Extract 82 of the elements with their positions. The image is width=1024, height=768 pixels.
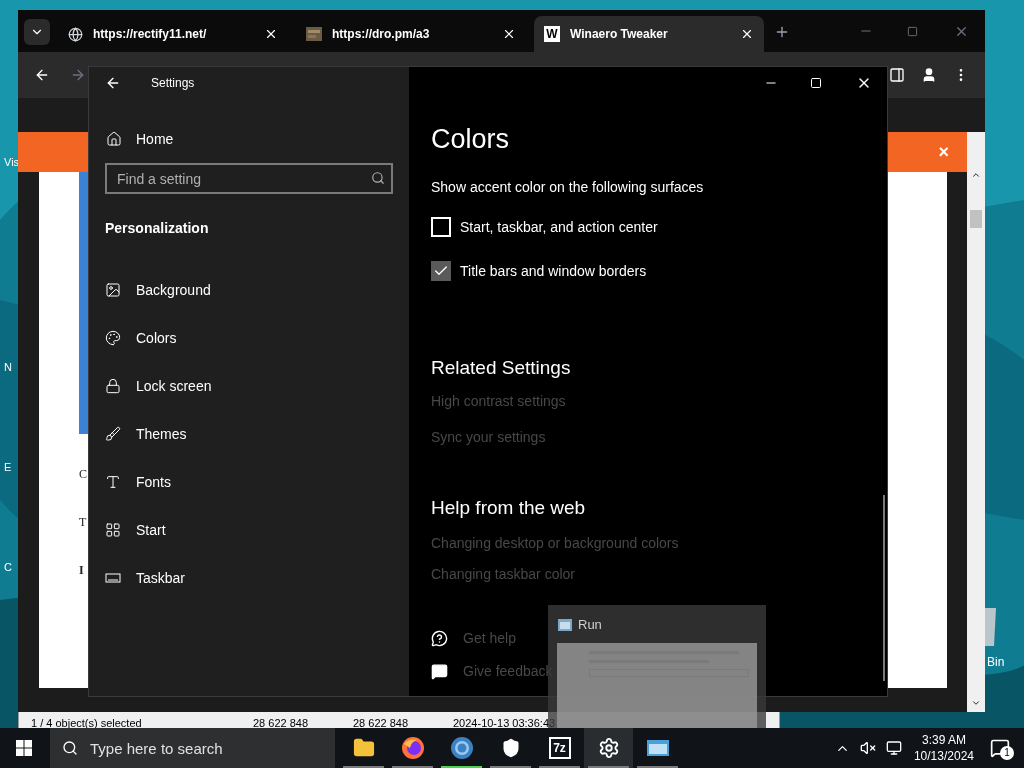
browser-logo-icon: [449, 736, 474, 760]
scroll-up-icon[interactable]: [971, 170, 981, 180]
close-icon[interactable]: [502, 27, 516, 41]
desktop-icon-label[interactable]: Vis: [4, 157, 20, 168]
back-icon[interactable]: [105, 75, 121, 91]
checkbox-label: Start, taskbar, and action center: [460, 217, 658, 237]
tiles-icon: [105, 522, 121, 538]
lock-icon: [105, 378, 121, 394]
clock-date: 10/13/2024: [913, 748, 974, 764]
tab-title: https://dro.pm/a3: [332, 26, 431, 43]
nav-item[interactable]: Colors: [89, 314, 409, 362]
close-icon[interactable]: [264, 27, 278, 41]
checkbox-label: Title bars and window borders: [460, 261, 647, 281]
notification-icon[interactable]: [990, 738, 1010, 758]
home-icon: [106, 131, 122, 147]
status-text: 28 622 848: [252, 715, 310, 731]
start-icon[interactable]: [16, 740, 32, 756]
desktop-icon-label[interactable]: Bin: [987, 653, 1005, 671]
archive-app-icon: 7z: [548, 737, 571, 759]
window-icon: [645, 738, 670, 758]
close-icon[interactable]: [740, 27, 754, 41]
tab-title: https://rectify11.net/: [93, 26, 208, 43]
keyboard-icon: [105, 570, 121, 586]
taskbar-search-field[interactable]: Type here to search: [50, 728, 335, 768]
back-icon[interactable]: [34, 67, 50, 83]
palette-icon: [105, 330, 121, 346]
browser-tab[interactable]: https://dro.pm/a3: [296, 16, 526, 52]
nav-item[interactable]: Background: [89, 266, 409, 314]
page-text: T: [79, 516, 87, 528]
browser-tab[interactable]: https://rectify11.net/: [58, 16, 288, 52]
fox-globe-icon: [400, 736, 425, 760]
desktop-icon-label[interactable]: C: [4, 562, 20, 573]
nav-item[interactable]: Lock screen: [89, 362, 409, 410]
preview-title: Run: [578, 616, 602, 634]
feedback-icon: [431, 662, 448, 680]
search-icon: [371, 171, 385, 185]
new-tab-icon[interactable]: [774, 24, 790, 40]
clock-time: 3:39 AM: [921, 732, 966, 748]
desktop-icon-label[interactable]: E: [4, 462, 20, 473]
page-heading: Colors: [431, 123, 511, 156]
desktop-icon-label[interactable]: N: [4, 362, 20, 373]
status-text: 28 622 848: [352, 715, 410, 731]
taskbar-app[interactable]: 7z: [535, 728, 584, 768]
help-icon: [431, 629, 448, 647]
home-link[interactable]: Home: [89, 119, 409, 159]
tab-title: Winaero Tweaker: [570, 26, 669, 43]
folder-icon: [352, 737, 375, 759]
font-icon: [105, 474, 121, 490]
nav-item[interactable]: Themes: [89, 410, 409, 458]
forward-icon[interactable]: [70, 67, 86, 83]
checkbox[interactable]: [431, 261, 451, 281]
section-title: Related Settings: [431, 355, 572, 380]
section-title: Help from the web: [431, 496, 587, 520]
page-text: C: [79, 468, 87, 480]
globe-icon: [68, 26, 83, 42]
nav-item[interactable]: Fonts: [89, 458, 409, 506]
network-icon[interactable]: [885, 740, 902, 756]
browser-tab[interactable]: W Winaero Tweaker: [534, 16, 764, 52]
scroll-down-icon[interactable]: [971, 698, 981, 708]
profile-icon[interactable]: [921, 67, 937, 83]
page-text: I: [79, 564, 85, 576]
search-icon: [62, 740, 78, 756]
gear-icon: [597, 737, 620, 759]
brush-icon: [105, 426, 121, 442]
notification-count: 1: [1000, 746, 1014, 760]
taskbar-app[interactable]: [584, 728, 633, 768]
thumbnail-icon: [306, 27, 322, 41]
window-icon: [558, 618, 572, 631]
clock[interactable]: 3:39 AM 10/13/2024: [913, 732, 974, 764]
nav-item[interactable]: Start: [89, 506, 409, 554]
sidebar-icon[interactable]: [889, 67, 905, 83]
accent-label: Show accent color on the following surfaces: [431, 177, 705, 197]
status-text: 1 / 4 object(s) selected: [30, 715, 143, 731]
nav-item[interactable]: Taskbar: [89, 554, 409, 602]
site-logo: W: [544, 26, 560, 42]
muted-speaker-icon[interactable]: [859, 740, 876, 756]
search-field[interactable]: Find a setting: [105, 163, 393, 194]
tab-list-button[interactable]: [24, 19, 50, 45]
picture-icon: [105, 282, 121, 298]
window-title: Settings: [151, 75, 195, 92]
scrollbar-thumb[interactable]: [970, 210, 982, 228]
section-heading: Personalization: [104, 219, 210, 238]
